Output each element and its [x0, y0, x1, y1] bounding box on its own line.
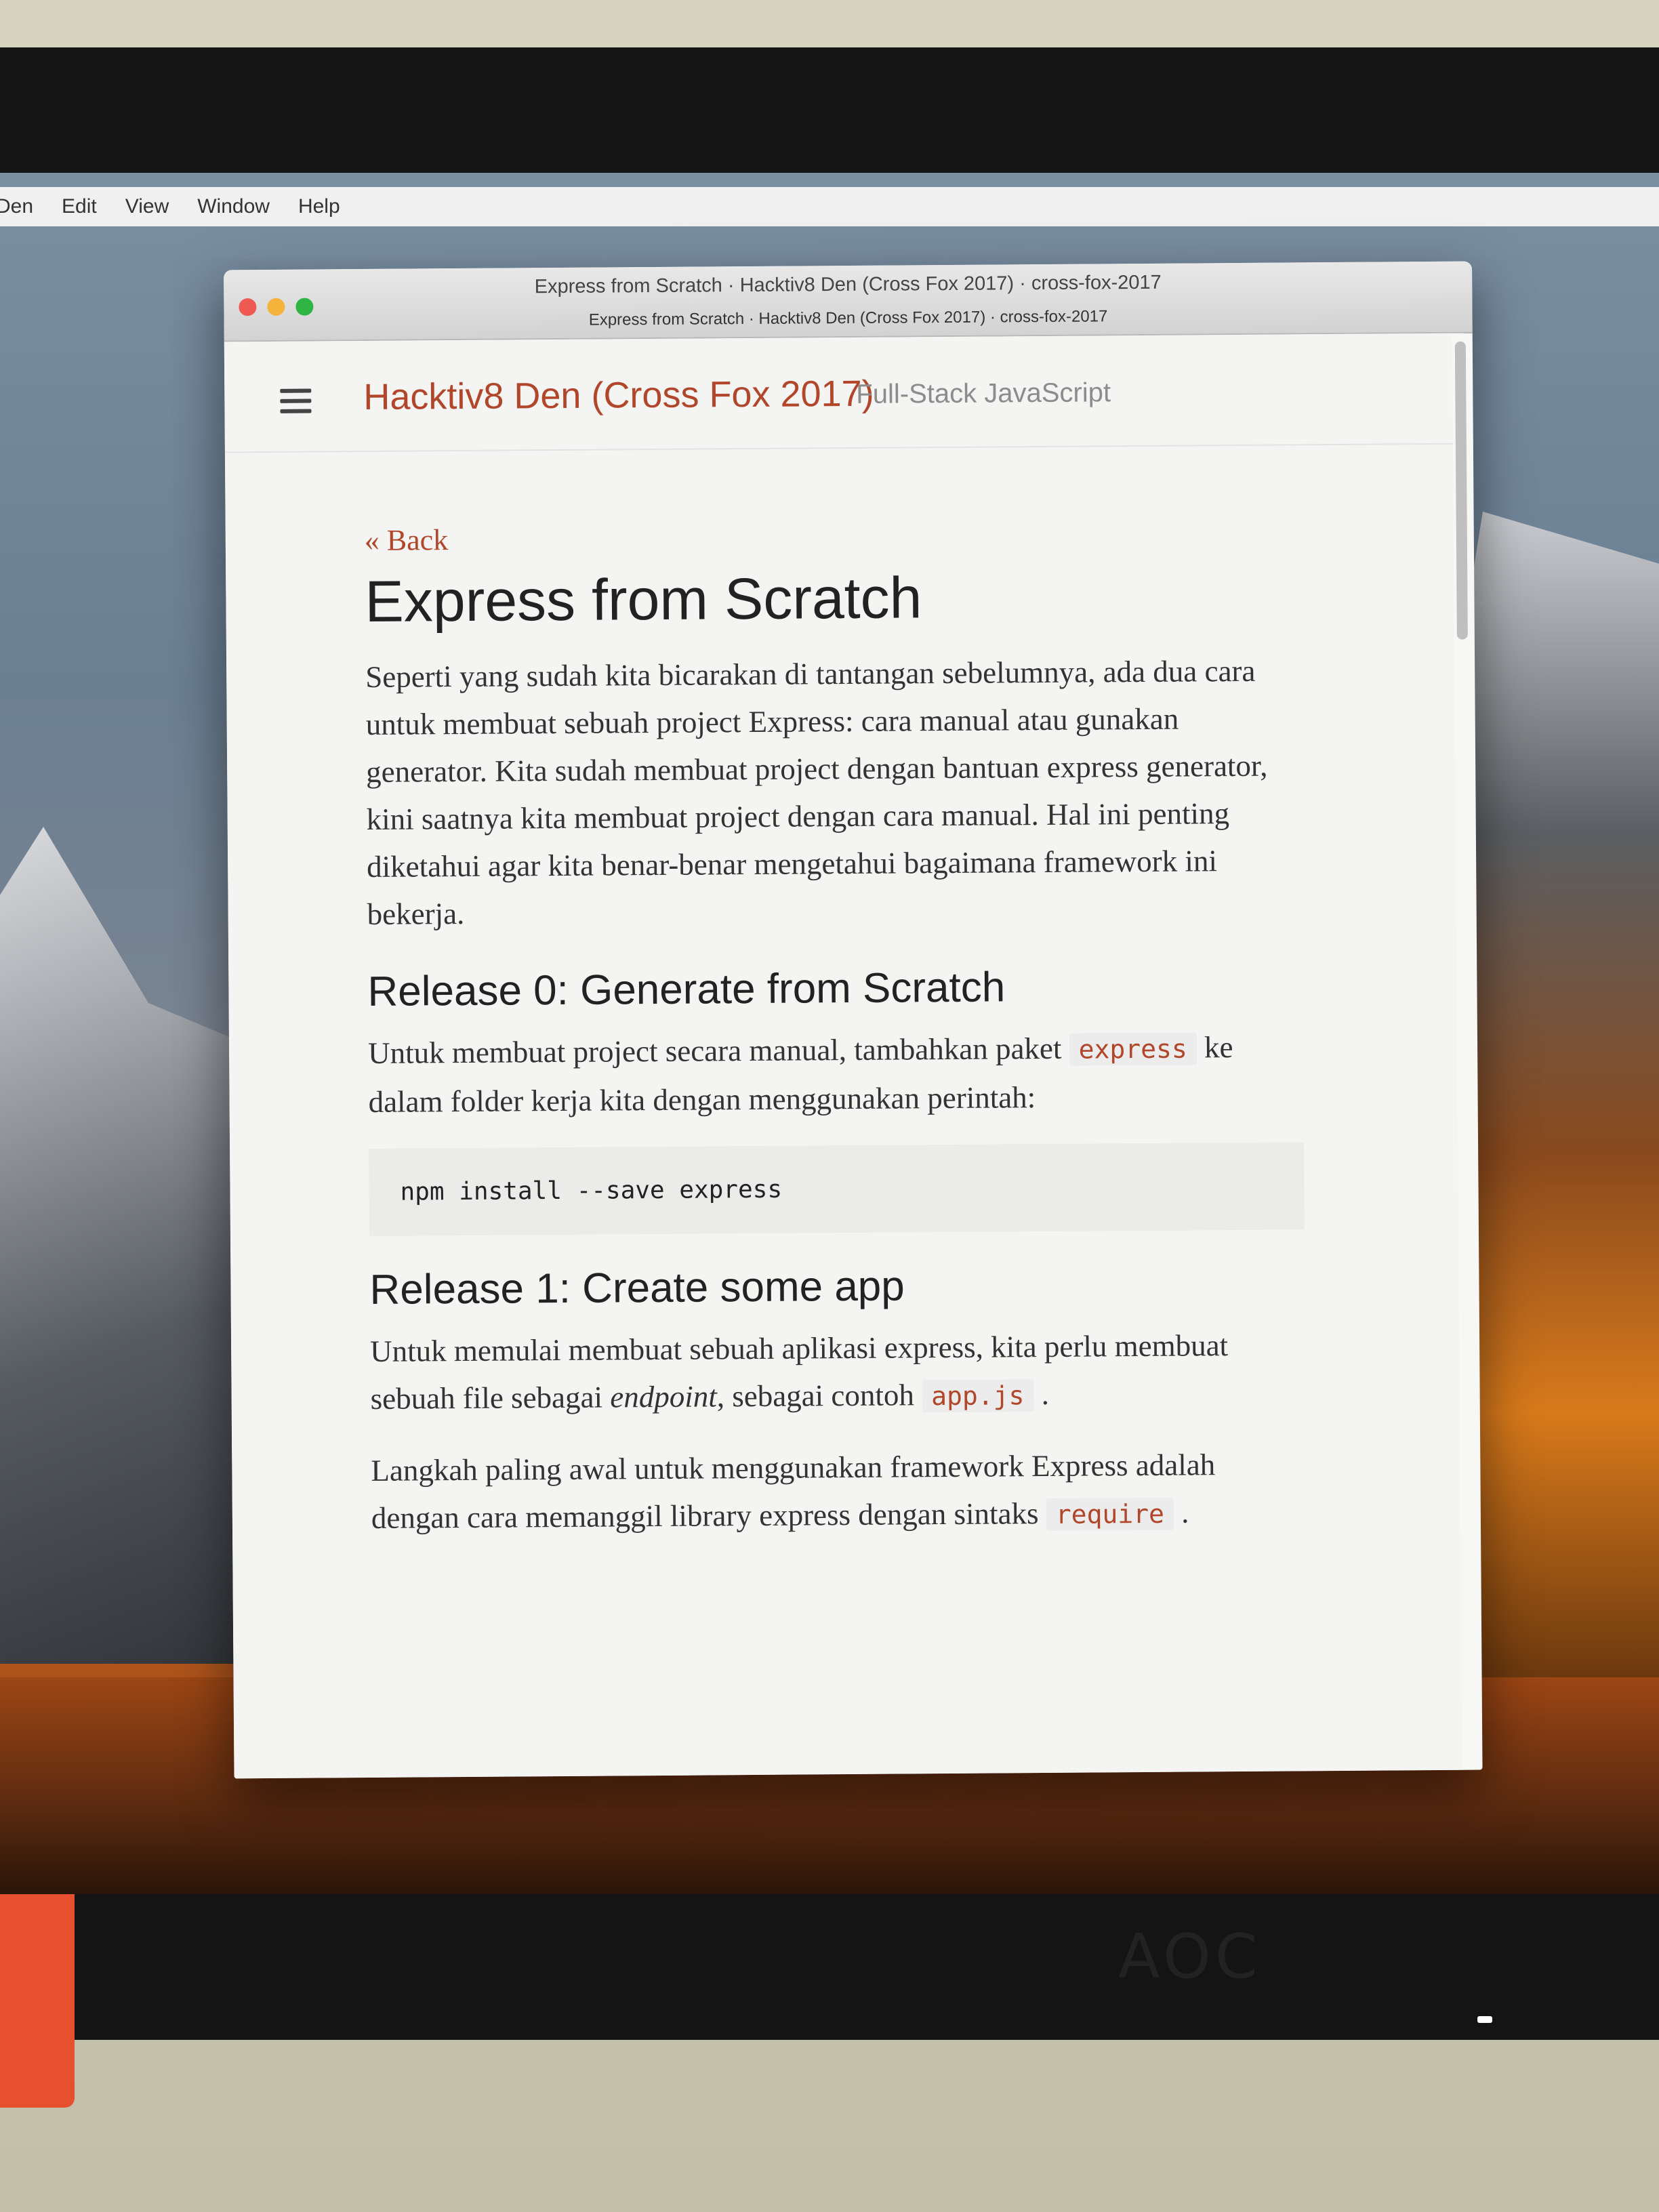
- browser-tab[interactable]: Express from Scratch · Hacktiv8 Den (Cro…: [224, 305, 1472, 333]
- window-titlebar[interactable]: Express from Scratch · Hacktiv8 Den (Cro…: [224, 261, 1473, 342]
- power-led: [1477, 2016, 1492, 2023]
- site-header: Hacktiv8 Den (Cross Fox 2017) Full-Stack…: [224, 333, 1453, 453]
- release-1-paragraph-2: Langkah paling awal untuk menggunakan fr…: [371, 1448, 1216, 1535]
- site-tagline: Full-Stack JavaScript: [856, 377, 1111, 409]
- page-title: Express from Scratch: [365, 565, 922, 634]
- menu-item-edit[interactable]: Edit: [62, 195, 97, 218]
- menu-item-window[interactable]: Window: [197, 195, 270, 218]
- release-1-paragraph-1: Untuk memulai membuat sebuah aplikasi ex…: [369, 1328, 1229, 1416]
- inline-code-require: require: [1046, 1497, 1174, 1532]
- release-0-heading: Release 0: Generate from Scratch: [367, 964, 1006, 1015]
- menu-item-app[interactable]: Den: [0, 195, 33, 218]
- orange-object: [0, 1870, 75, 2108]
- menu-item-help[interactable]: Help: [298, 195, 340, 218]
- window-title: Express from Scratch · Hacktiv8 Den (Cro…: [534, 271, 1162, 298]
- article: « Back Express from Scratch Seperti yang…: [365, 510, 1307, 1566]
- scrollbar[interactable]: [1454, 341, 1468, 640]
- release-0-paragraph: Untuk membuat project secara manual, tam…: [367, 1030, 1233, 1119]
- menu-item-view[interactable]: View: [125, 195, 169, 218]
- inline-code-app-js: app.js: [921, 1379, 1034, 1413]
- back-link[interactable]: « Back: [365, 510, 1300, 565]
- inline-code-express: express: [1069, 1032, 1197, 1066]
- hamburger-menu-icon[interactable]: [280, 388, 312, 419]
- intro-paragraph: Seperti yang sudah kita bicarakan di tan…: [365, 653, 1268, 931]
- browser-window: Express from Scratch · Hacktiv8 Den (Cro…: [224, 261, 1483, 1779]
- release-1-heading: Release 1: Create some app: [369, 1263, 905, 1313]
- mac-menu-bar: Den Edit View Window Help: [0, 187, 1659, 226]
- monitor-logo: AOC: [1118, 1921, 1262, 1992]
- page-content: Hacktiv8 Den (Cross Fox 2017) Full-Stack…: [224, 333, 1462, 1779]
- code-block-npm-install: npm install --save express: [369, 1142, 1305, 1236]
- site-brand-link[interactable]: Hacktiv8 Den (Cross Fox 2017): [363, 373, 874, 418]
